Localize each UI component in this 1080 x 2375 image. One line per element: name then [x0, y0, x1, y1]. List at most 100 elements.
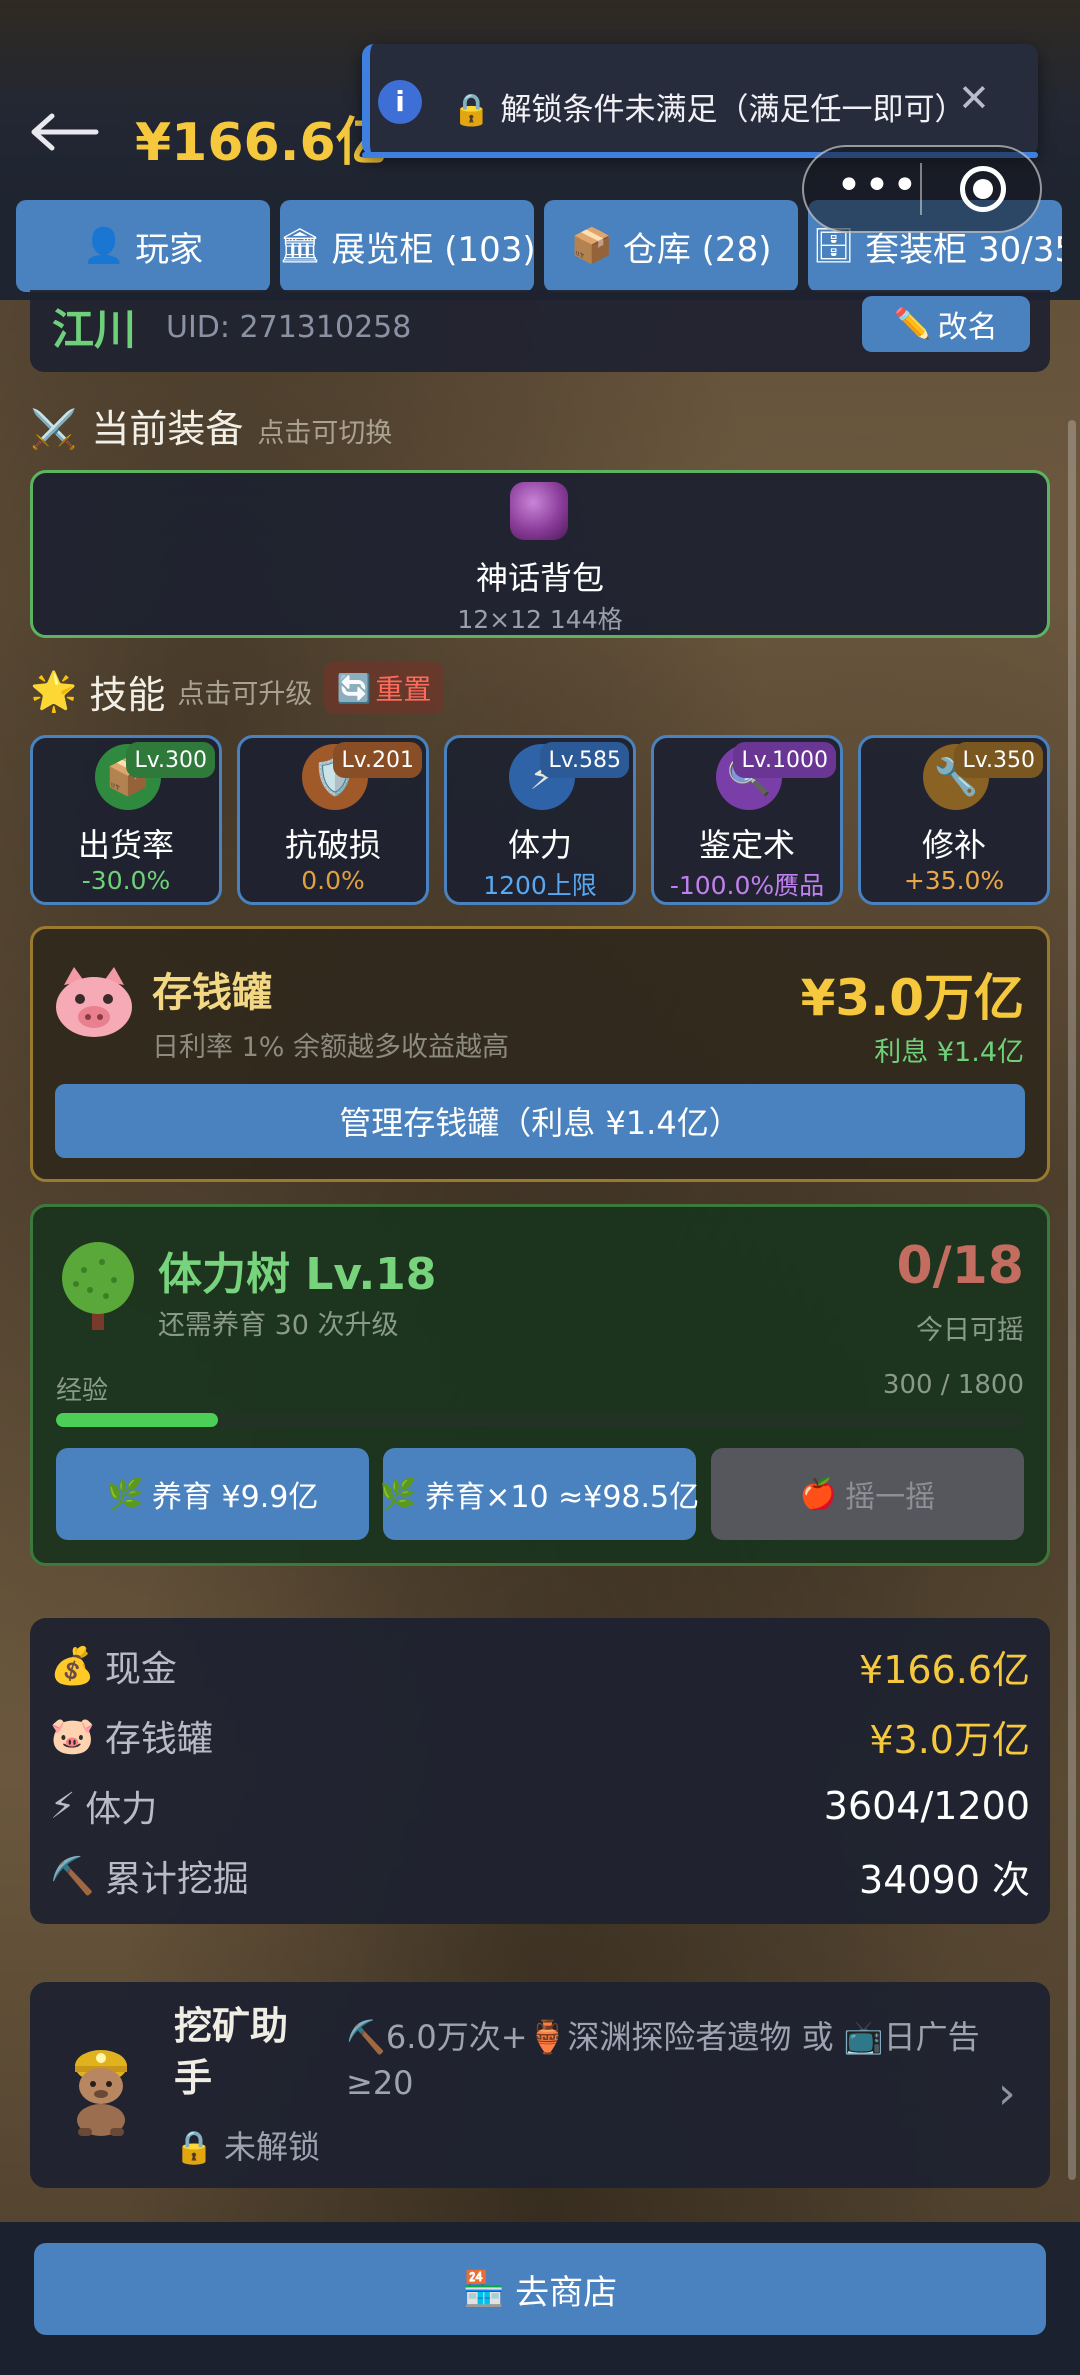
tree-title: 体力树 Lv.18 [158, 1249, 437, 1300]
stat-label-group: ⚡ 体力 [50, 1780, 157, 1832]
mining-helper-requirement: ⛏️6.0万次+🏺深渊探险者遗物 或 📺日广告≥20 [346, 2018, 980, 2102]
nurture-label: 养育 ¥9.9亿 [152, 1480, 319, 1515]
refresh-icon: 🔄 [336, 671, 372, 705]
player-name: 江川 [52, 305, 137, 354]
scrollbar[interactable] [1068, 420, 1076, 2180]
capsule-divider [920, 163, 922, 215]
skill-level-badge: Lv.201 [333, 742, 422, 778]
skill-name: 抗破损 [284, 826, 381, 864]
piggy-bank-interest: 利息 ¥1.4亿 [874, 1037, 1024, 1068]
equipment-title: 当前装备 [91, 407, 244, 451]
skill-value: -100.0%赝品 [669, 871, 825, 900]
lock-icon: 🔒 [174, 2128, 214, 2166]
lightning-icon: ⚡ [50, 1785, 76, 1827]
skill-card[interactable]: 🔍Lv.1000鉴定术-100.0%赝品 [651, 735, 843, 905]
skill-value: -30.0% [81, 866, 171, 895]
skill-card[interactable]: ⚡ Lv.585 体力 1200上限 [444, 735, 636, 905]
status-text: 未解锁 [224, 2128, 321, 2166]
tab-warehouse[interactable]: 📦 仓库 (28) [544, 200, 798, 292]
toast-close-icon[interactable]: ✕ [958, 76, 990, 120]
shake-label: 摇一摇 [845, 1480, 936, 1515]
player-uid: UID: 271310258 [166, 310, 412, 345]
chevron-right-icon[interactable]: › [998, 2068, 1016, 2119]
back-arrow-icon[interactable] [30, 96, 110, 166]
exp-value: 300 / 1800 [882, 1370, 1024, 1400]
stat-piggy-bank: 🐷 存钱罐 ¥3.0万亿 [50, 1708, 1030, 1764]
tab-showcase[interactable]: 🏛 展览柜 (103) [280, 200, 534, 292]
skill-name: 修补 [921, 826, 986, 864]
nurture-button[interactable]: 🌿 养育 ¥9.9亿 [56, 1448, 369, 1540]
stat-label: 现金 [104, 1649, 177, 1690]
lock-icon: 🔒 [452, 92, 491, 128]
pencil-icon: ✏️ [894, 306, 932, 342]
leaf-icon: 🌿 [106, 1476, 144, 1512]
pig-icon: 🐷 [50, 1716, 95, 1757]
skill-value: 1200上限 [483, 871, 597, 900]
skill-name: 鉴定术 [698, 826, 795, 864]
stat-value: 34090 次 [859, 1857, 1030, 1902]
stat-stamina: ⚡ 体力 3604/1200 [50, 1778, 1030, 1834]
stat-total-digs: ⛏️ 累计挖掘 34090 次 [50, 1848, 1030, 1904]
toast-message: 🔒 解锁条件未满足（满足任一即可） [452, 84, 965, 129]
shop-label: 去商店 [515, 2272, 618, 2313]
target-icon[interactable] [960, 166, 1006, 212]
stat-label-group: 🐷 存钱罐 [50, 1710, 213, 1762]
stat-cash: 💰 现金 ¥166.6亿 [50, 1638, 1030, 1694]
stat-label: 累计挖掘 [104, 1859, 249, 1900]
skill-level-badge: Lv.585 [540, 742, 629, 778]
box-icon: 📦 [570, 226, 613, 266]
reset-label: 重置 [375, 673, 432, 706]
piggy-bank-amount: ¥3.0万亿 [800, 969, 1024, 1027]
go-to-shop-button[interactable]: 🏪 去商店 [34, 2243, 1046, 2335]
toast-message-text: 解锁条件未满足（满足任一即可） [500, 92, 966, 128]
swords-icon: ⚔️ [30, 407, 78, 451]
equipment-name: 神话背包 [475, 559, 604, 597]
skill-card[interactable]: 🛡️ Lv.201 抗破损 0.0% [237, 735, 429, 905]
info-icon: i [378, 80, 422, 124]
skill-card[interactable]: 📦 Lv.300 出货率 -30.0% [30, 735, 222, 905]
exp-label: 经验 [56, 1376, 109, 1406]
player-icon: 👤 [82, 226, 126, 266]
rename-label: 改名 [937, 310, 998, 345]
pig-icon [52, 965, 136, 1039]
exp-progress-bar [56, 1413, 1024, 1427]
tab-label: 仓库 (28) [622, 229, 772, 270]
backpack-icon [510, 482, 568, 540]
piggy-bank-title: 存钱罐 [152, 970, 272, 1016]
reset-button[interactable]: 🔄 重置 [324, 662, 444, 714]
skill-name: 体力 [507, 826, 572, 864]
stat-label: 体力 [85, 1789, 158, 1830]
miner-icon [62, 2036, 140, 2140]
store-icon: 🏪 [462, 2269, 506, 2309]
pickaxe-icon: ⛏️ [50, 1856, 95, 1897]
skill-card[interactable]: 🔧 Lv.350 修补 +35.0% [858, 735, 1050, 905]
money-bag-icon: 💰 [50, 1646, 95, 1687]
stat-label-group: ⛏️ 累计挖掘 [50, 1850, 249, 1902]
header-balance: ¥166.6亿 [135, 113, 388, 173]
skill-level-badge: Lv.1000 [733, 742, 836, 778]
equipment-desc: 12×12 144格 [457, 605, 623, 634]
piggy-bank-subtitle: 日利率 1% 余额越多收益越高 [152, 1032, 509, 1063]
more-icon[interactable]: ••• [836, 160, 920, 211]
skill-level-badge: Lv.300 [126, 742, 215, 778]
equipment-header: ⚔️ 当前装备 点击可切换 [30, 398, 392, 453]
nurture-x10-button[interactable]: 🌿 养育×10 ≈¥98.5亿 [380, 1448, 699, 1540]
equipment-hint: 点击可切换 [257, 418, 393, 449]
skills-header: 🌟 技能 点击可升级 [30, 664, 312, 719]
stat-label: 存钱罐 [104, 1719, 213, 1760]
tab-label: 玩家 [135, 229, 204, 270]
tree-icon [56, 1240, 140, 1336]
rename-button[interactable]: ✏️ 改名 [862, 296, 1030, 352]
skills-title: 技能 [89, 673, 166, 717]
shake-count: 0/18 [896, 1236, 1024, 1296]
manage-piggy-bank-button[interactable]: 管理存钱罐（利息 ¥1.4亿） [55, 1084, 1025, 1158]
mining-helper-status: 🔒 未解锁 [174, 2122, 320, 2168]
tab-label: 展览柜 (103) [331, 229, 534, 270]
shake-button[interactable]: 🍎 摇一摇 [711, 1448, 1024, 1540]
museum-icon: 🏛 [280, 226, 322, 266]
apple-icon: 🍎 [799, 1476, 838, 1512]
tab-player[interactable]: 👤 玩家 [16, 200, 270, 292]
stat-value: ¥3.0万亿 [869, 1717, 1030, 1762]
star-icon: 🌟 [30, 669, 78, 713]
skill-value: +35.0% [903, 866, 1005, 895]
